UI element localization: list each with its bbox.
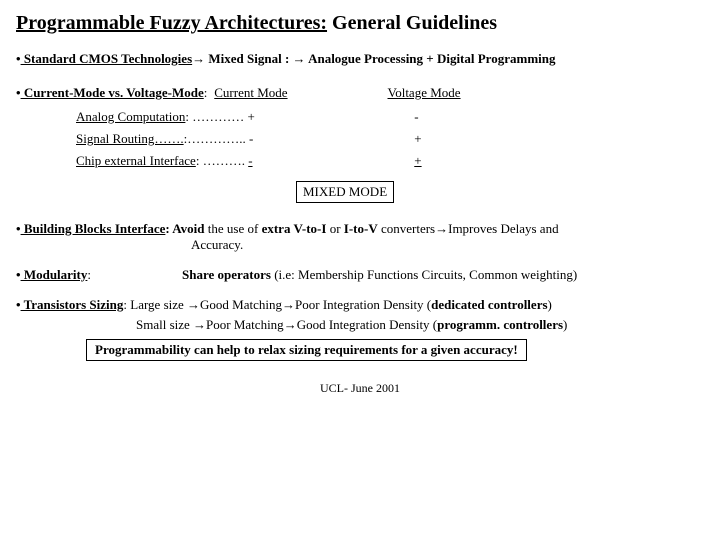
table-row: Signal Routing…….:………….. - + xyxy=(76,131,704,147)
trans-s1: Small size xyxy=(136,317,193,332)
title-main: Programmable Fuzzy Architectures: xyxy=(16,12,327,34)
arrow-icon: → xyxy=(284,317,297,332)
row-c1: + xyxy=(248,109,255,125)
footer-text: UCL- June 2001 xyxy=(16,381,704,396)
row-c2: - xyxy=(414,109,418,125)
trans-s5: ) xyxy=(563,317,567,332)
line-transistors: • Transistors Sizing: Large size →Good M… xyxy=(16,297,704,313)
bblock-t1: : Avoid xyxy=(165,221,204,236)
cmos-tail: Analogue Processing + Digital Programmin… xyxy=(306,51,556,66)
trans-t3: Poor Integration Density ( xyxy=(295,297,431,312)
row-c2: + xyxy=(414,131,421,147)
modes-header: • Current-Mode vs. Voltage-Mode: Current… xyxy=(16,85,704,101)
row-attr: Chip external Interface xyxy=(76,153,196,168)
trans-s4: programm. controllers xyxy=(437,317,563,332)
arrow-icon: → xyxy=(192,51,205,66)
bblock-t3: extra V-to-I xyxy=(262,221,327,236)
row-dots: : ………. xyxy=(196,153,248,168)
trans-s3: Good Integration Density ( xyxy=(297,317,437,332)
trans-lead: Transistors Sizing xyxy=(21,297,124,312)
bblock-t5: I-to-V xyxy=(344,221,378,236)
trans-t4: dedicated controllers xyxy=(431,297,547,312)
trans-t1: : Large size xyxy=(123,297,187,312)
mod-lead: Modularity xyxy=(21,267,88,282)
bblock-t2: the use of xyxy=(205,221,262,236)
trans-t2: Good Matching xyxy=(200,297,282,312)
page-title: Programmable Fuzzy Architectures: Genera… xyxy=(16,12,704,35)
arrow-icon: → xyxy=(282,297,295,312)
cmos-mixed: Mixed Signal : xyxy=(205,51,292,66)
line-transistors-small: Small size →Poor Matching→Good Integrati… xyxy=(136,317,704,333)
arrow-icon: → xyxy=(193,317,206,332)
arrow-icon: → xyxy=(293,51,306,66)
bblock-lead: Building Blocks Interface xyxy=(21,221,166,236)
arrow-icon: → xyxy=(187,297,200,312)
table-row: Chip external Interface: ………. - + xyxy=(76,153,704,169)
programmability-box: Programmability can help to relax sizing… xyxy=(86,339,527,361)
row-attr: Signal Routing……. xyxy=(76,131,184,146)
bblock-t6: converters xyxy=(378,221,435,236)
line-cmos: • Standard CMOS Technologies→ Mixed Sign… xyxy=(16,51,704,67)
bblock-t7: Improves Delays and xyxy=(448,221,558,236)
row-c1: - xyxy=(249,131,253,147)
mod-gap: : xyxy=(87,267,182,282)
row-c2: + xyxy=(414,153,421,169)
table-row: Analog Computation: ………… + - xyxy=(76,109,704,125)
arrow-icon: → xyxy=(435,221,448,236)
cmos-lead: Standard CMOS Technologies xyxy=(21,51,193,66)
bblock-t8: Accuracy. xyxy=(191,237,704,253)
row-attr: Analog Computation xyxy=(76,109,185,124)
title-sub: General Guidelines xyxy=(327,12,497,34)
row-c1: - xyxy=(248,153,252,169)
col-current-mode: Current Mode xyxy=(214,85,384,101)
line-modularity: • Modularity: Share operators (i.e: Memb… xyxy=(16,267,704,283)
trans-s2: Poor Matching xyxy=(206,317,284,332)
trans-t5: ) xyxy=(548,297,552,312)
line-building-blocks: • Building Blocks Interface: Avoid the u… xyxy=(16,221,704,253)
row-dots: :………….. xyxy=(184,131,249,146)
modes-label: Current-Mode vs. Voltage-Mode xyxy=(21,85,204,100)
mod-b: Share operators xyxy=(182,267,271,282)
bblock-t4: or xyxy=(326,221,343,236)
col-voltage-mode: Voltage Mode xyxy=(388,85,461,101)
row-dots: : ………… xyxy=(185,109,247,124)
mixed-mode-box: MIXED MODE xyxy=(296,181,394,203)
mod-rest: (i.e: Membership Functions Circuits, Com… xyxy=(271,267,577,282)
